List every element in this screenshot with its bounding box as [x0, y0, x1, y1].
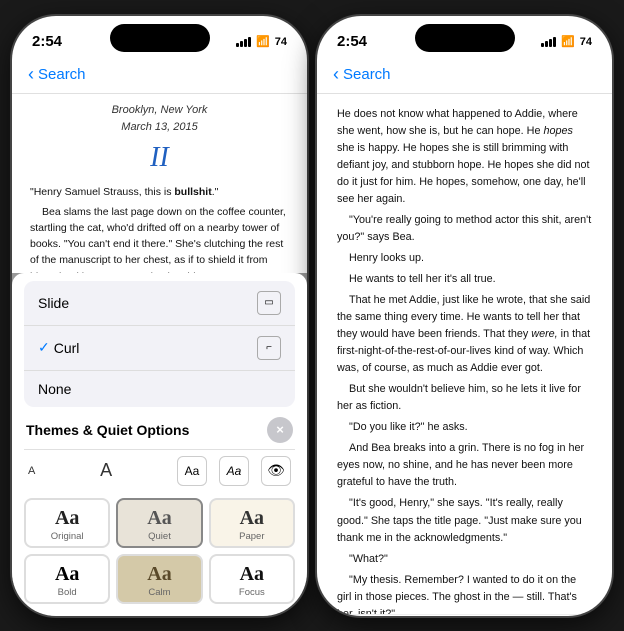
status-icons-right: 📶 74: [541, 35, 592, 48]
slide-icon-box: ▭: [257, 291, 281, 315]
status-icons-left: 📶 74: [236, 35, 287, 48]
slide-label: Slide: [38, 295, 69, 311]
dynamic-island-right: [415, 24, 515, 52]
curl-label: Curl: [54, 340, 80, 356]
font-size-bar: A A Aa Aa 👁: [24, 449, 295, 492]
check-icon: ✓: [38, 339, 50, 356]
theme-bold-label: Bold: [58, 587, 77, 598]
phones-container: 2:54 📶 74 ‹ Search Brooklyn, New York: [2, 6, 622, 626]
para-0: "Henry Samuel Strauss, this is bullshit.…: [30, 184, 289, 200]
rp-6: "Do you like it?" he asks.: [337, 419, 592, 436]
font-style-button-1[interactable]: Aa: [177, 456, 207, 486]
rp-8: "It's good, Henry," she says. "It's real…: [337, 495, 592, 546]
theme-focus-label: Focus: [239, 587, 265, 598]
eye-icon-button[interactable]: 👁: [261, 456, 291, 486]
theme-original-label: Original: [51, 531, 84, 542]
rp-9: "What?": [337, 551, 592, 568]
slide-option-slide[interactable]: Slide ▭: [24, 281, 295, 326]
book-date: March 13, 2015: [30, 119, 289, 137]
curl-icon-box: ⌐: [257, 336, 281, 360]
slide-option-curl[interactable]: ✓ Curl ⌐: [24, 326, 295, 371]
rp-10: "My thesis. Remember? I wanted to do it …: [337, 572, 592, 614]
wifi-icon-right: 📶: [561, 35, 575, 48]
rp-1: "You're really going to method actor thi…: [337, 212, 592, 246]
rp-0: He does not know what happened to Addie,…: [337, 106, 592, 208]
slide-menu: Slide ▭ ✓ Curl ⌐ None Themes & Quiet Opt…: [12, 273, 307, 616]
overlay-panel: Slide ▭ ✓ Curl ⌐ None Themes & Quiet Opt…: [12, 273, 307, 616]
left-phone: 2:54 📶 74 ‹ Search Brooklyn, New York: [12, 16, 307, 616]
back-arrow-icon-right: ‹: [333, 64, 339, 85]
theme-paper-aa: Aa: [240, 508, 264, 528]
theme-quiet-aa: Aa: [147, 508, 171, 528]
font-small-label: A: [28, 465, 35, 477]
theme-original-aa: Aa: [55, 508, 79, 528]
back-label-left: Search: [38, 66, 86, 83]
slide-options: Slide ▭ ✓ Curl ⌐ None: [24, 281, 295, 407]
theme-focus-aa: Aa: [240, 564, 264, 584]
back-button-left[interactable]: ‹ Search: [28, 64, 86, 85]
themes-header: Themes & Quiet Options ×: [24, 413, 295, 449]
theme-calm-label: Calm: [148, 587, 170, 598]
font-style-button-2[interactable]: Aa: [219, 456, 249, 486]
theme-paper-label: Paper: [239, 531, 264, 542]
font-icons: Aa Aa 👁: [177, 456, 291, 486]
back-button-right[interactable]: ‹ Search: [333, 64, 391, 85]
close-button[interactable]: ×: [267, 417, 293, 443]
rp-2: Henry looks up.: [337, 250, 592, 267]
theme-grid: Aa Original Aa Quiet Aa Paper Aa Bold: [24, 498, 295, 604]
back-arrow-icon: ‹: [28, 64, 34, 85]
theme-original[interactable]: Aa Original: [24, 498, 110, 548]
rp-3: He wants to tell her it's all true.: [337, 271, 592, 288]
right-phone: 2:54 📶 74 ‹ Search He does not know what…: [317, 16, 612, 616]
rp-7: And Bea breaks into a grin. There is no …: [337, 440, 592, 491]
nav-bar-right: ‹ Search: [317, 60, 612, 94]
wifi-icon: 📶: [256, 35, 270, 48]
dynamic-island-left: [110, 24, 210, 52]
theme-bold[interactable]: Aa Bold: [24, 554, 110, 604]
theme-quiet[interactable]: Aa Quiet: [116, 498, 202, 548]
chapter-number: II: [30, 141, 289, 175]
battery-level: 74: [275, 36, 287, 48]
theme-paper[interactable]: Aa Paper: [209, 498, 295, 548]
rp-5: But she wouldn't believe him, so he lets…: [337, 381, 592, 415]
theme-calm-aa: Aa: [147, 564, 171, 584]
book-location: Brooklyn, New York: [30, 102, 289, 120]
slide-option-none[interactable]: None: [24, 371, 295, 407]
signal-icon: [236, 36, 251, 47]
book-header: Brooklyn, New York March 13, 2015 II: [30, 102, 289, 175]
back-label-right: Search: [343, 66, 391, 83]
book-content-right: He does not know what happened to Addie,…: [317, 94, 612, 614]
themes-title: Themes & Quiet Options: [26, 422, 189, 438]
nav-bar-left: ‹ Search: [12, 60, 307, 94]
time-right: 2:54: [337, 33, 367, 50]
rp-4: That he met Addie, just like he wrote, t…: [337, 292, 592, 377]
theme-bold-aa: Aa: [55, 564, 79, 584]
font-large-label: A: [100, 460, 112, 481]
theme-focus[interactable]: Aa Focus: [209, 554, 295, 604]
time-left: 2:54: [32, 33, 62, 50]
theme-calm[interactable]: Aa Calm: [116, 554, 202, 604]
signal-icon-right: [541, 36, 556, 47]
none-label: None: [38, 381, 71, 397]
page-number: 524: [317, 614, 612, 616]
battery-level-right: 74: [580, 36, 592, 48]
theme-quiet-label: Quiet: [148, 531, 171, 542]
